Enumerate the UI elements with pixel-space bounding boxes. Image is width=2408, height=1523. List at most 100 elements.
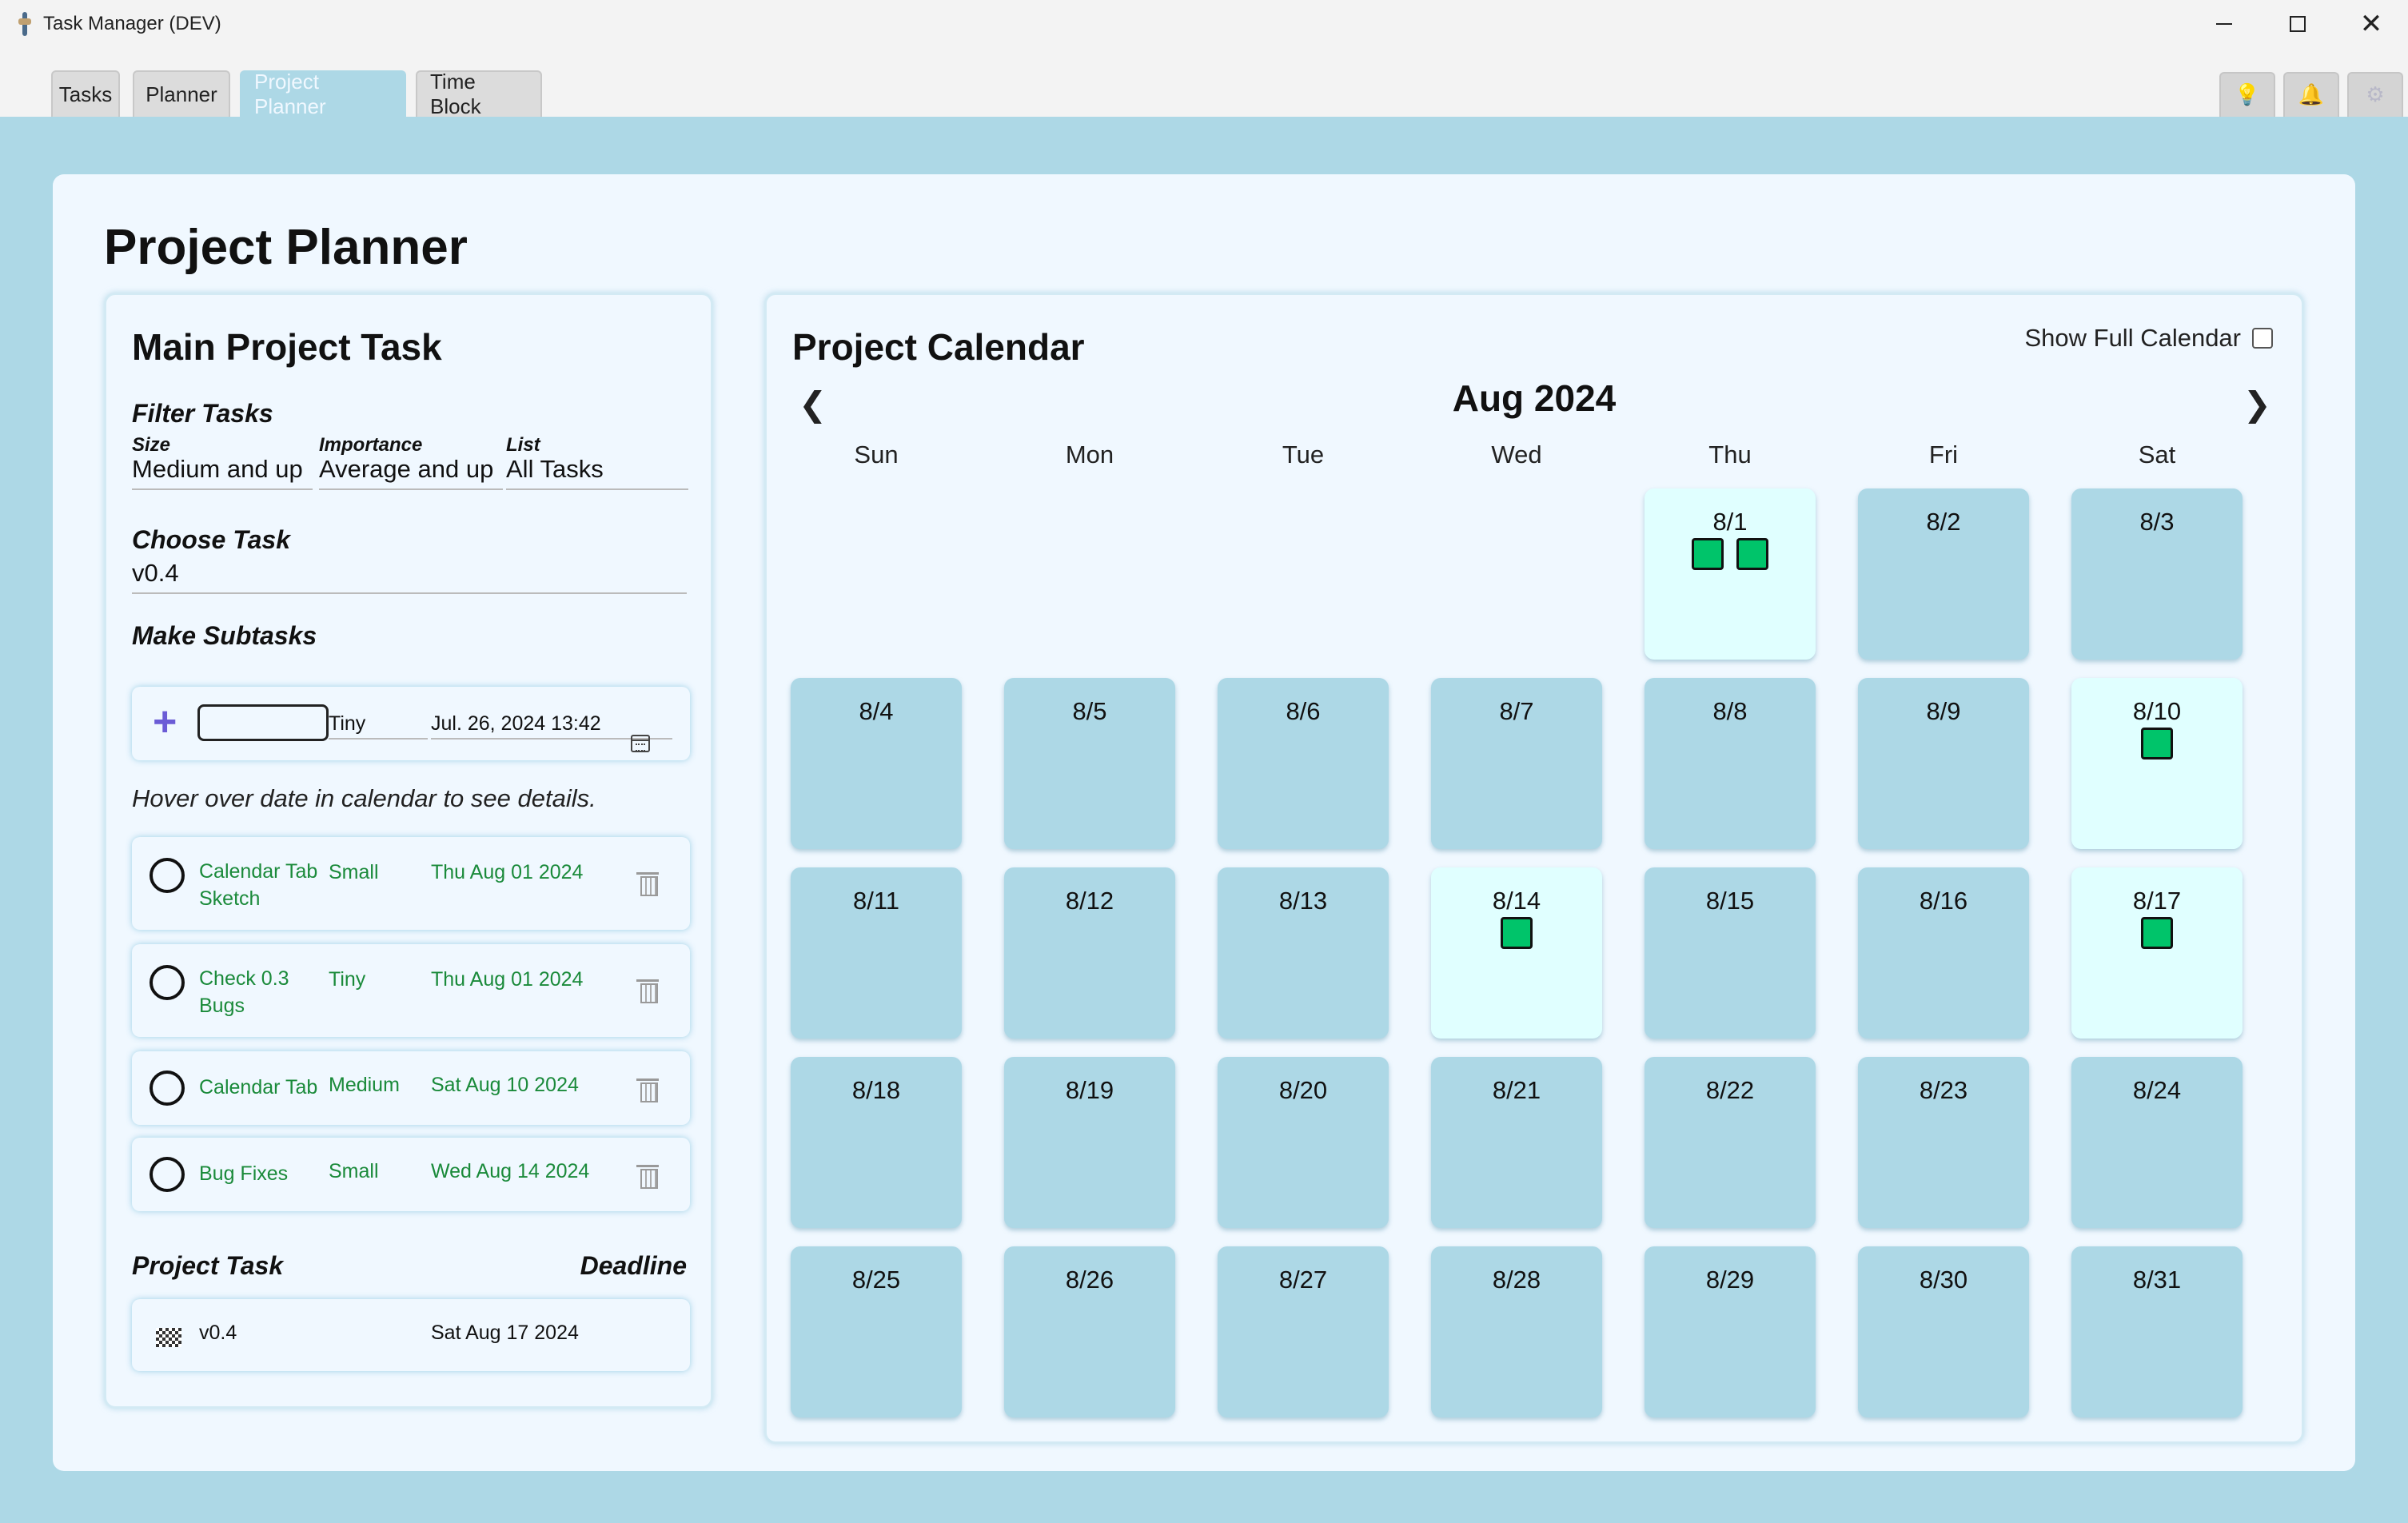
task-marker[interactable] <box>1501 917 1533 949</box>
trash-icon[interactable] <box>636 1165 659 1189</box>
maximize-button[interactable] <box>2261 0 2334 48</box>
calendar-day-cell[interactable]: 8/16 <box>1858 867 2029 1039</box>
calendar-day-cell[interactable]: 8/28 <box>1431 1246 1602 1417</box>
calendar-day-cell[interactable]: 8/9 <box>1858 678 2029 849</box>
day-label: 8/12 <box>1065 887 1114 915</box>
calendar-day-cell[interactable]: 8/31 <box>2071 1246 2243 1417</box>
calendar-day-cell[interactable]: 8/10 <box>2071 678 2243 849</box>
calendar-day-cell[interactable]: 8/29 <box>1645 1246 1816 1417</box>
tab-project-planner[interactable]: Project Planner <box>240 70 406 118</box>
calendar-day-cell[interactable]: 8/19 <box>1004 1057 1175 1228</box>
calendar-day-cell[interactable]: 8/24 <box>2071 1057 2243 1228</box>
calendar-day-cell[interactable]: 8/30 <box>1858 1246 2029 1417</box>
minimize-button[interactable] <box>2187 0 2261 48</box>
subtask-size-select[interactable]: Tiny <box>329 708 428 740</box>
subtask-name: Check 0.3 Bugs <box>199 967 289 1017</box>
day-label: 8/4 <box>859 697 894 725</box>
tab-time-block[interactable]: Time Block <box>416 70 542 118</box>
calendar-day-cell[interactable]: 8/6 <box>1218 678 1389 849</box>
settings-button[interactable]: ⚙ <box>2347 72 2403 117</box>
ideas-button[interactable]: 💡 <box>2219 72 2275 117</box>
calendar-day-cell[interactable]: 8/17 <box>2071 867 2243 1039</box>
calendar-day-cell[interactable]: 8/27 <box>1218 1246 1389 1417</box>
day-label: 8/8 <box>1712 697 1748 725</box>
subtask-item: Check 0.3 Bugs Tiny Thu Aug 01 2024 <box>132 944 690 1037</box>
trash-icon[interactable] <box>636 1078 659 1102</box>
task-marker[interactable] <box>1692 538 1724 570</box>
window-controls: ✕ <box>2187 0 2408 48</box>
calendar-day-cell[interactable]: 8/21 <box>1431 1057 1602 1228</box>
show-full-calendar-toggle[interactable]: Show Full Calendar <box>2024 324 2273 353</box>
subtask-date: Thu Aug 01 2024 <box>431 861 584 883</box>
day-label: 8/13 <box>1278 887 1328 915</box>
filter-tasks-label: Filter Tasks <box>132 399 273 428</box>
size-filter-select[interactable]: Medium and up <box>132 455 313 490</box>
calendar-day-cell[interactable]: 8/14 <box>1431 867 1602 1039</box>
tab-bar: Tasks Planner Project Planner Time Block… <box>0 48 2408 118</box>
day-label: 8/11 <box>852 887 900 915</box>
calendar-day-cell[interactable]: 8/13 <box>1218 867 1389 1039</box>
list-filter-select[interactable]: All Tasks <box>506 455 688 490</box>
subtask-size: Small <box>329 1160 379 1182</box>
complete-checkbox[interactable] <box>150 858 185 893</box>
tab-tasks[interactable]: Tasks <box>51 70 120 117</box>
subtask-date: Thu Aug 01 2024 <box>431 968 584 991</box>
task-markers <box>2071 728 2243 760</box>
calendar-day-cell[interactable]: 8/20 <box>1218 1057 1389 1228</box>
calendar-day-cell[interactable]: 8/7 <box>1431 678 1602 849</box>
trash-icon[interactable] <box>636 872 659 896</box>
show-full-calendar-checkbox[interactable] <box>2252 328 2273 349</box>
day-label: 8/1 <box>1712 508 1748 536</box>
calendar-day-cell[interactable]: 8/8 <box>1645 678 1816 849</box>
calendar-day-cell[interactable]: 8/3 <box>2071 488 2243 660</box>
prev-month-button[interactable]: ❮ <box>799 385 827 424</box>
choose-task-select[interactable]: v0.4 <box>132 559 687 594</box>
show-full-calendar-label: Show Full Calendar <box>2024 324 2241 352</box>
title-bar: Task Manager (DEV) ✕ <box>0 0 2408 48</box>
make-subtasks-label: Make Subtasks <box>132 621 317 650</box>
calendar-day-cell[interactable]: 8/11 <box>791 867 962 1039</box>
main-project-task-panel: Main Project Task Filter Tasks Size Impo… <box>104 293 713 1409</box>
trash-icon[interactable] <box>636 979 659 1003</box>
day-label: 8/18 <box>851 1076 901 1104</box>
calendar-day-cell[interactable]: 8/2 <box>1858 488 2029 660</box>
calendar-day-cell[interactable]: 8/4 <box>791 678 962 849</box>
project-task-card: v0.4 Sat Aug 17 2024 <box>132 1299 690 1371</box>
complete-checkbox[interactable] <box>150 1070 185 1106</box>
weekday-label: Sat <box>2138 441 2176 468</box>
subtask-date-input[interactable]: Jul. 26, 2024 13:42 <box>431 708 672 752</box>
calendar-day-cell[interactable]: 8/25 <box>791 1246 962 1417</box>
weekday-label: Thu <box>1708 441 1752 468</box>
task-marker[interactable] <box>1736 538 1768 570</box>
day-label: 8/29 <box>1705 1266 1755 1294</box>
calendar-day-cell[interactable]: 8/23 <box>1858 1057 2029 1228</box>
subtask-date: Sat Aug 10 2024 <box>431 1074 579 1096</box>
calendar-day-cell[interactable]: 8/1 <box>1645 488 1816 660</box>
notifications-button[interactable]: 🔔 <box>2283 72 2339 117</box>
month-title: Aug 2024 <box>1452 377 1617 419</box>
close-button[interactable]: ✕ <box>2334 0 2408 48</box>
calendar-day-cell[interactable]: 8/12 <box>1004 867 1175 1039</box>
task-marker[interactable] <box>2141 728 2173 760</box>
subtask-size: Medium <box>329 1074 400 1096</box>
calendar-day-cell[interactable]: 8/18 <box>791 1057 962 1228</box>
calendar-day-cell[interactable]: 8/22 <box>1645 1057 1816 1228</box>
task-marker[interactable] <box>2141 917 2173 949</box>
subtask-name-input[interactable] <box>197 704 329 741</box>
next-month-button[interactable]: ❯ <box>2243 385 2271 424</box>
calendar-day-cell[interactable]: 8/15 <box>1645 867 1816 1039</box>
project-task-deadline: Sat Aug 17 2024 <box>431 1322 579 1344</box>
calendar-day-cell[interactable]: 8/26 <box>1004 1246 1175 1417</box>
day-label: 8/9 <box>1926 697 1961 725</box>
day-label: 8/14 <box>1492 887 1541 915</box>
complete-checkbox[interactable] <box>150 965 185 1000</box>
calendar-day-cell[interactable]: 8/5 <box>1004 678 1175 849</box>
tab-planner[interactable]: Planner <box>133 70 230 117</box>
new-subtask-row: + Tiny Jul. 26, 2024 13:42 <box>132 687 690 760</box>
day-label: 8/16 <box>1919 887 1968 915</box>
importance-filter-select[interactable]: Average and up <box>319 455 503 490</box>
add-subtask-button[interactable]: + <box>153 698 177 746</box>
calendar-icon[interactable] <box>631 735 650 752</box>
complete-checkbox[interactable] <box>150 1157 185 1192</box>
gear-icon: ⚙ <box>2366 83 2385 107</box>
